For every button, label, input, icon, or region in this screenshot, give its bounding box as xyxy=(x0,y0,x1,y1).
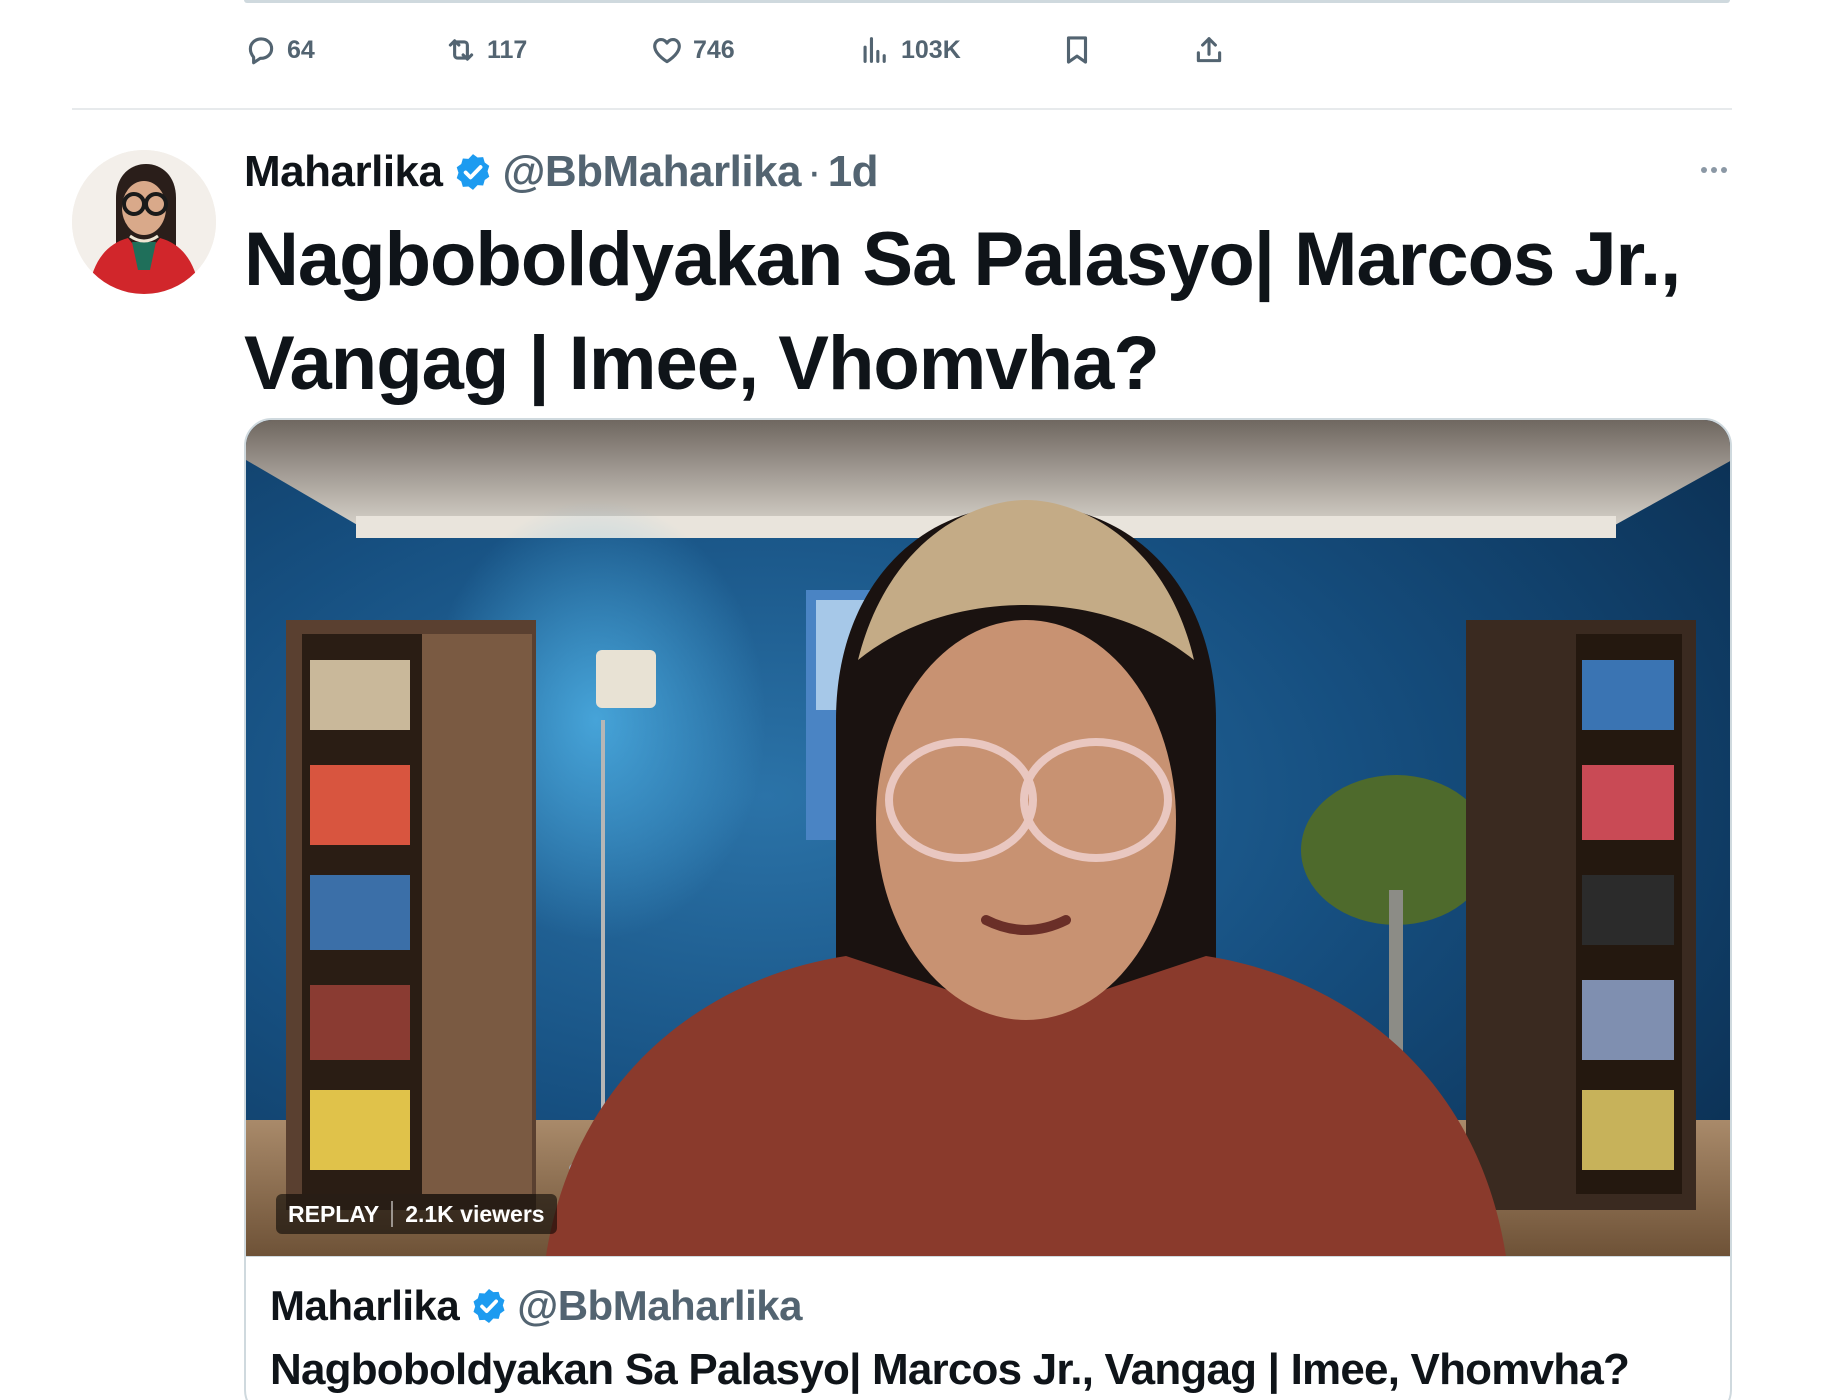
share-button[interactable] xyxy=(1192,28,1226,72)
reply-icon xyxy=(248,37,274,65)
previous-tweet-action-bar: 64 117 746 103K xyxy=(244,28,1244,72)
card-author-name: Maharlika xyxy=(270,1282,460,1329)
replay-label: REPLAY xyxy=(288,1200,380,1227)
views-icon xyxy=(863,37,886,63)
heart-icon xyxy=(653,37,681,64)
timestamp[interactable]: 1d xyxy=(828,147,879,197)
card-author-handle: @BbMaharlika xyxy=(517,1282,802,1329)
previous-tweet-media-edge xyxy=(244,0,1730,3)
card-author: Maharlika @BbMaharlika xyxy=(270,1281,802,1331)
retweet-count: 117 xyxy=(487,35,528,64)
handle[interactable]: @BbMaharlika xyxy=(502,147,801,197)
viewer-count: 2.1K viewers xyxy=(405,1200,545,1227)
card-title: Nagboboldyakan Sa Palasyo| Marcos Jr., V… xyxy=(270,1345,1630,1394)
display-name[interactable]: Maharlika xyxy=(244,147,443,197)
broadcast-card[interactable]: REPLAY 2.1K viewers Maharlika @BbMaharli… xyxy=(244,418,1732,1400)
like-count: 746 xyxy=(693,35,735,64)
badge-separator xyxy=(391,1201,394,1227)
share-icon xyxy=(1196,37,1222,63)
bookmark-button[interactable] xyxy=(1060,28,1094,72)
avatar[interactable] xyxy=(72,150,216,294)
retweet-button[interactable]: 117 xyxy=(444,28,527,72)
tweet-text: Nagboboldyakan Sa Palasyo| Marcos Jr., V… xyxy=(244,217,1681,406)
tweet-divider xyxy=(72,108,1732,110)
more-icon xyxy=(1701,167,1707,173)
reply-button[interactable]: 64 xyxy=(244,28,315,72)
reply-count: 64 xyxy=(287,35,315,64)
tweet-header: Maharlika @BbMaharlika · 1d xyxy=(244,146,879,198)
verified-badge-icon xyxy=(473,1289,505,1323)
separator-dot: · xyxy=(807,147,822,196)
bookmark-icon xyxy=(1066,36,1088,64)
views-count: 103K xyxy=(901,35,961,64)
verified-badge-icon xyxy=(457,154,490,190)
card-footer[interactable]: Maharlika @BbMaharlika Nagboboldyakan Sa… xyxy=(246,1256,1730,1400)
video-thumbnail xyxy=(246,420,1730,1256)
video-player[interactable]: REPLAY 2.1K viewers xyxy=(246,420,1730,1256)
like-button[interactable]: 746 xyxy=(650,28,735,72)
retweet-icon xyxy=(448,39,474,61)
replay-badge: REPLAY 2.1K viewers xyxy=(276,1194,557,1234)
more-button[interactable] xyxy=(1694,150,1734,190)
views-button[interactable]: 103K xyxy=(858,28,961,72)
